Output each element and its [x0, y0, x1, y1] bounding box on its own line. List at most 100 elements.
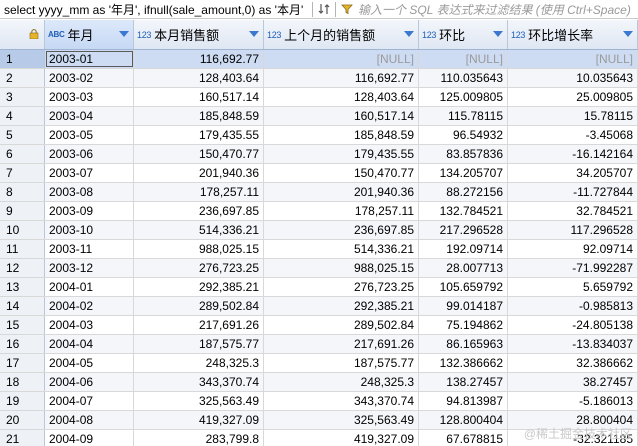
table-cell[interactable]: 178,257.11: [134, 183, 264, 201]
table-cell[interactable]: [NULL]: [264, 50, 419, 68]
table-row[interactable]: 1 2003-01 116,692.77 [NULL] [NULL] [NULL]: [0, 50, 638, 69]
row-number[interactable]: 8: [0, 183, 45, 201]
row-number[interactable]: 9: [0, 202, 45, 220]
table-cell[interactable]: 185,848.59: [134, 107, 264, 125]
table-cell[interactable]: 276,723.25: [134, 259, 264, 277]
table-cell[interactable]: 185,848.59: [264, 126, 419, 144]
row-number[interactable]: 13: [0, 278, 45, 296]
table-cell[interactable]: 217,691.26: [264, 335, 419, 353]
table-cell[interactable]: 289,502.84: [134, 297, 264, 315]
table-cell[interactable]: 292,385.21: [264, 297, 419, 315]
table-cell[interactable]: 2003-12: [45, 259, 134, 277]
table-cell[interactable]: 419,327.09: [264, 430, 419, 446]
table-cell[interactable]: 75.194862: [419, 316, 508, 334]
sort-arrow-icon[interactable]: [249, 31, 259, 37]
table-cell[interactable]: 2004-03: [45, 316, 134, 334]
column-header-current-sales[interactable]: 123 本月销售额: [134, 20, 264, 49]
table-cell[interactable]: 276,723.25: [264, 278, 419, 296]
table-cell[interactable]: 325,563.49: [264, 411, 419, 429]
table-cell[interactable]: 292,385.21: [134, 278, 264, 296]
row-number[interactable]: 14: [0, 297, 45, 315]
table-cell[interactable]: 32.386662: [508, 354, 638, 372]
table-cell[interactable]: 2004-09: [45, 430, 134, 446]
table-cell[interactable]: -71.992287: [508, 259, 638, 277]
table-cell[interactable]: 179,435.55: [264, 145, 419, 163]
table-row[interactable]: 9 2003-09 236,697.85 178,257.11 132.784521 32…: [0, 202, 638, 221]
table-cell[interactable]: 201,940.36: [264, 183, 419, 201]
table-cell[interactable]: 110.035643: [419, 69, 508, 87]
table-cell[interactable]: 160,517.14: [264, 107, 419, 125]
row-number[interactable]: 7: [0, 164, 45, 182]
table-row[interactable]: 6 2003-06 150,470.77 179,435.55 83.857836 -16…: [0, 145, 638, 164]
sort-arrow-icon[interactable]: [623, 31, 633, 37]
table-cell[interactable]: 2004-08: [45, 411, 134, 429]
table-cell[interactable]: 2003-03: [45, 88, 134, 106]
table-row[interactable]: 4 2003-04 185,848.59 160,517.14 115.78115 15.…: [0, 107, 638, 126]
table-cell[interactable]: 32.784521: [508, 202, 638, 220]
row-number[interactable]: 16: [0, 335, 45, 353]
column-header-mom-growth[interactable]: 123 环比增长率: [508, 20, 638, 49]
filter-icon[interactable]: [340, 2, 354, 16]
table-cell[interactable]: [NULL]: [419, 50, 508, 68]
table-cell[interactable]: 83.857836: [419, 145, 508, 163]
table-cell[interactable]: 2004-04: [45, 335, 134, 353]
table-cell[interactable]: -16.142164: [508, 145, 638, 163]
query-text[interactable]: select yyyy_mm as '年月', ifnull(sale_amou…: [0, 1, 310, 18]
table-row[interactable]: 11 2003-11 988,025.15 514,336.21 192.09714 92…: [0, 240, 638, 259]
table-cell[interactable]: 2003-09: [45, 202, 134, 220]
table-cell[interactable]: 2004-02: [45, 297, 134, 315]
table-cell[interactable]: 132.784521: [419, 202, 508, 220]
table-row[interactable]: 10 2003-10 514,336.21 236,697.85 217.296528 1…: [0, 221, 638, 240]
table-cell[interactable]: 514,336.21: [134, 221, 264, 239]
table-cell[interactable]: 2003-02: [45, 69, 134, 87]
table-cell[interactable]: 5.659792: [508, 278, 638, 296]
table-cell[interactable]: 217,691.26: [134, 316, 264, 334]
row-number[interactable]: 2: [0, 69, 45, 87]
table-cell[interactable]: 117.296528: [508, 221, 638, 239]
table-cell[interactable]: 179,435.55: [134, 126, 264, 144]
table-cell[interactable]: 2004-06: [45, 373, 134, 391]
table-cell[interactable]: -24.805138: [508, 316, 638, 334]
table-cell[interactable]: 150,470.77: [134, 145, 264, 163]
table-row[interactable]: 3 2003-03 160,517.14 128,403.64 125.009805 25…: [0, 88, 638, 107]
table-cell[interactable]: 25.009805: [508, 88, 638, 106]
table-row[interactable]: 18 2004-06 343,370.74 248,325.3 138.27457 38.…: [0, 373, 638, 392]
sort-arrow-icon[interactable]: [119, 31, 129, 37]
table-cell[interactable]: 128,403.64: [134, 69, 264, 87]
row-number[interactable]: 11: [0, 240, 45, 258]
table-cell[interactable]: 2003-05: [45, 126, 134, 144]
table-cell[interactable]: 150,470.77: [264, 164, 419, 182]
table-row[interactable]: 13 2004-01 292,385.21 276,723.25 105.659792 5…: [0, 278, 638, 297]
table-cell[interactable]: 201,940.36: [134, 164, 264, 182]
row-number[interactable]: 21: [0, 430, 45, 446]
table-cell[interactable]: 248,325.3: [134, 354, 264, 372]
table-cell[interactable]: 28.007713: [419, 259, 508, 277]
table-cell[interactable]: 132.386662: [419, 354, 508, 372]
table-cell[interactable]: 187,575.77: [134, 335, 264, 353]
table-cell[interactable]: 138.27457: [419, 373, 508, 391]
table-cell[interactable]: -13.834037: [508, 335, 638, 353]
table-cell[interactable]: 67.678815: [419, 430, 508, 446]
table-cell[interactable]: 92.09714: [508, 240, 638, 258]
table-cell[interactable]: 178,257.11: [264, 202, 419, 220]
row-number[interactable]: 18: [0, 373, 45, 391]
table-cell[interactable]: 514,336.21: [264, 240, 419, 258]
column-header-previous-sales[interactable]: 123 上个月的销售额: [264, 20, 419, 49]
table-cell[interactable]: 2003-01: [45, 50, 134, 68]
table-row[interactable]: 19 2004-07 325,563.49 343,370.74 94.813987 -5…: [0, 392, 638, 411]
row-number-header[interactable]: [0, 20, 45, 49]
table-cell[interactable]: 88.272156: [419, 183, 508, 201]
table-cell[interactable]: 283,799.8: [134, 430, 264, 446]
table-cell[interactable]: 2003-06: [45, 145, 134, 163]
row-number[interactable]: 17: [0, 354, 45, 372]
table-cell[interactable]: 115.78115: [419, 107, 508, 125]
table-row[interactable]: 7 2003-07 201,940.36 150,470.77 134.205707 34…: [0, 164, 638, 183]
table-row[interactable]: 17 2004-05 248,325.3 187,575.77 132.386662 32…: [0, 354, 638, 373]
sort-arrow-icon[interactable]: [404, 31, 414, 37]
table-cell[interactable]: 128.800404: [419, 411, 508, 429]
table-cell[interactable]: [NULL]: [508, 50, 638, 68]
table-cell[interactable]: 343,370.74: [264, 392, 419, 410]
table-cell[interactable]: 2003-08: [45, 183, 134, 201]
table-cell[interactable]: 2004-05: [45, 354, 134, 372]
table-cell[interactable]: 86.165963: [419, 335, 508, 353]
